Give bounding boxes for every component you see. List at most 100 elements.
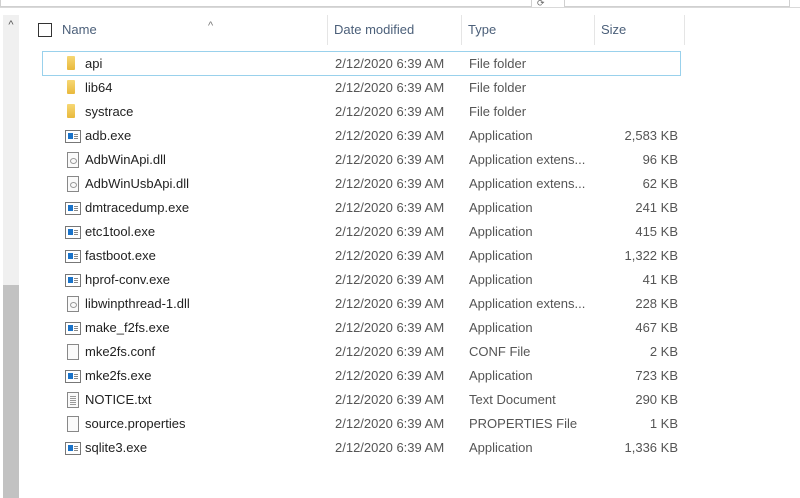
file-name: dmtracedump.exe bbox=[85, 200, 190, 215]
file-date: 2/12/2020 6:39 AM bbox=[335, 200, 445, 215]
file-size: 290 KB bbox=[635, 392, 678, 407]
file-date: 2/12/2020 6:39 AM bbox=[335, 296, 445, 311]
app-icon bbox=[65, 226, 81, 239]
search-input[interactable] bbox=[564, 0, 790, 7]
top-bar: ⟳ bbox=[0, 0, 800, 8]
file-date: 2/12/2020 6:39 AM bbox=[335, 224, 445, 239]
file-date: 2/12/2020 6:39 AM bbox=[335, 104, 445, 119]
app-icon bbox=[65, 274, 81, 287]
file-name: api bbox=[85, 56, 103, 71]
file-date: 2/12/2020 6:39 AM bbox=[335, 272, 445, 287]
file-row[interactable]: source.properties 2/12/2020 6:39 AM PROP… bbox=[42, 411, 681, 436]
dll-icon bbox=[67, 176, 79, 192]
file-date: 2/12/2020 6:39 AM bbox=[335, 152, 445, 167]
file-type: Application bbox=[469, 272, 533, 287]
file-type: Application bbox=[469, 440, 533, 455]
refresh-icon[interactable]: ⟳ bbox=[537, 0, 545, 9]
file-name: sqlite3.exe bbox=[85, 440, 148, 455]
app-icon bbox=[65, 322, 81, 335]
file-name: AdbWinApi.dll bbox=[85, 152, 166, 167]
file-type: Application extens... bbox=[469, 296, 586, 311]
file-date: 2/12/2020 6:39 AM bbox=[335, 440, 445, 455]
file-size: 1,322 KB bbox=[624, 248, 679, 263]
file-row[interactable]: make_f2fs.exe 2/12/2020 6:39 AM Applicat… bbox=[42, 315, 681, 340]
dll-icon bbox=[67, 296, 79, 312]
file-type: Application bbox=[469, 368, 533, 383]
file-date: 2/12/2020 6:39 AM bbox=[335, 128, 445, 143]
file-row[interactable]: NOTICE.txt 2/12/2020 6:39 AM Text Docume… bbox=[42, 387, 681, 412]
file-type: Application bbox=[469, 128, 533, 143]
file-name: adb.exe bbox=[85, 128, 132, 143]
dll-icon bbox=[67, 152, 79, 168]
file-row[interactable]: dmtracedump.exe 2/12/2020 6:39 AM Applic… bbox=[42, 195, 681, 220]
file-icon bbox=[67, 344, 79, 360]
app-icon bbox=[65, 202, 81, 215]
file-date: 2/12/2020 6:39 AM bbox=[335, 80, 445, 95]
file-date: 2/12/2020 6:39 AM bbox=[335, 248, 445, 263]
file-date: 2/12/2020 6:39 AM bbox=[335, 320, 445, 335]
file-size: 96 KB bbox=[642, 152, 678, 167]
file-row[interactable]: systrace 2/12/2020 6:39 AM File folder bbox=[42, 99, 681, 124]
file-date: 2/12/2020 6:39 AM bbox=[335, 56, 445, 71]
file-name: lib64 bbox=[85, 80, 113, 95]
file-type: Application bbox=[469, 200, 533, 215]
file-type: File folder bbox=[469, 80, 527, 95]
file-name: make_f2fs.exe bbox=[85, 320, 170, 335]
file-row[interactable]: mke2fs.conf 2/12/2020 6:39 AM CONF File … bbox=[42, 339, 681, 364]
file-type: File folder bbox=[469, 56, 527, 71]
file-size: 723 KB bbox=[635, 368, 678, 383]
file-row[interactable]: lib64 2/12/2020 6:39 AM File folder bbox=[42, 75, 681, 100]
address-bar[interactable] bbox=[0, 0, 532, 7]
file-size: 2 KB bbox=[649, 344, 678, 359]
column-name[interactable]: Name ^ bbox=[62, 15, 328, 45]
file-name: hprof-conv.exe bbox=[85, 272, 171, 287]
file-type: PROPERTIES File bbox=[469, 416, 578, 431]
txt-icon bbox=[67, 392, 79, 408]
file-type: Application extens... bbox=[469, 152, 586, 167]
file-date: 2/12/2020 6:39 AM bbox=[335, 368, 445, 383]
file-row[interactable]: api 2/12/2020 6:39 AM File folder bbox=[42, 51, 681, 76]
app-icon bbox=[65, 442, 81, 455]
file-size: 62 KB bbox=[642, 176, 678, 191]
file-type: Application extens... bbox=[469, 176, 586, 191]
file-type: Text Document bbox=[469, 392, 556, 407]
file-row[interactable]: fastboot.exe 2/12/2020 6:39 AM Applicati… bbox=[42, 243, 681, 268]
folder-icon bbox=[67, 80, 75, 94]
file-row[interactable]: AdbWinApi.dll 2/12/2020 6:39 AM Applicat… bbox=[42, 147, 681, 172]
file-date: 2/12/2020 6:39 AM bbox=[335, 392, 445, 407]
file-row[interactable]: AdbWinUsbApi.dll 2/12/2020 6:39 AM Appli… bbox=[42, 171, 681, 196]
file-row[interactable]: sqlite3.exe 2/12/2020 6:39 AM Applicatio… bbox=[42, 435, 681, 460]
scrollbar-thumb[interactable] bbox=[3, 285, 19, 498]
sort-ascending-icon: ^ bbox=[208, 20, 214, 32]
scroll-up-icon[interactable]: ^ bbox=[3, 15, 19, 33]
file-type: File folder bbox=[469, 104, 527, 119]
file-name: mke2fs.exe bbox=[85, 368, 152, 383]
file-type: Application bbox=[469, 320, 533, 335]
file-name: etc1tool.exe bbox=[85, 224, 156, 239]
file-row[interactable]: hprof-conv.exe 2/12/2020 6:39 AM Applica… bbox=[42, 267, 681, 292]
file-size: 2,583 KB bbox=[624, 128, 679, 143]
folder-icon bbox=[67, 104, 75, 118]
file-date: 2/12/2020 6:39 AM bbox=[335, 416, 445, 431]
file-date: 2/12/2020 6:39 AM bbox=[335, 344, 445, 359]
file-icon bbox=[67, 416, 79, 432]
column-size[interactable]: Size bbox=[601, 15, 685, 45]
column-header: Name ^ Date modified Type Size bbox=[30, 15, 690, 45]
column-type[interactable]: Type bbox=[468, 15, 595, 45]
folder-icon bbox=[67, 56, 75, 70]
app-icon bbox=[65, 250, 81, 263]
file-row[interactable]: etc1tool.exe 2/12/2020 6:39 AM Applicati… bbox=[42, 219, 681, 244]
column-date-modified[interactable]: Date modified bbox=[334, 15, 462, 45]
file-name: fastboot.exe bbox=[85, 248, 156, 263]
vertical-scrollbar[interactable]: ^ bbox=[3, 15, 19, 498]
file-size: 415 KB bbox=[635, 224, 678, 239]
file-size: 228 KB bbox=[635, 296, 678, 311]
file-row[interactable]: adb.exe 2/12/2020 6:39 AM Application 2,… bbox=[42, 123, 681, 148]
file-name: source.properties bbox=[85, 416, 186, 431]
select-all-checkbox[interactable] bbox=[38, 23, 52, 37]
file-name: systrace bbox=[85, 104, 134, 119]
file-name: NOTICE.txt bbox=[85, 392, 152, 407]
file-date: 2/12/2020 6:39 AM bbox=[335, 176, 445, 191]
file-row[interactable]: libwinpthread-1.dll 2/12/2020 6:39 AM Ap… bbox=[42, 291, 681, 316]
file-row[interactable]: mke2fs.exe 2/12/2020 6:39 AM Application… bbox=[42, 363, 681, 388]
